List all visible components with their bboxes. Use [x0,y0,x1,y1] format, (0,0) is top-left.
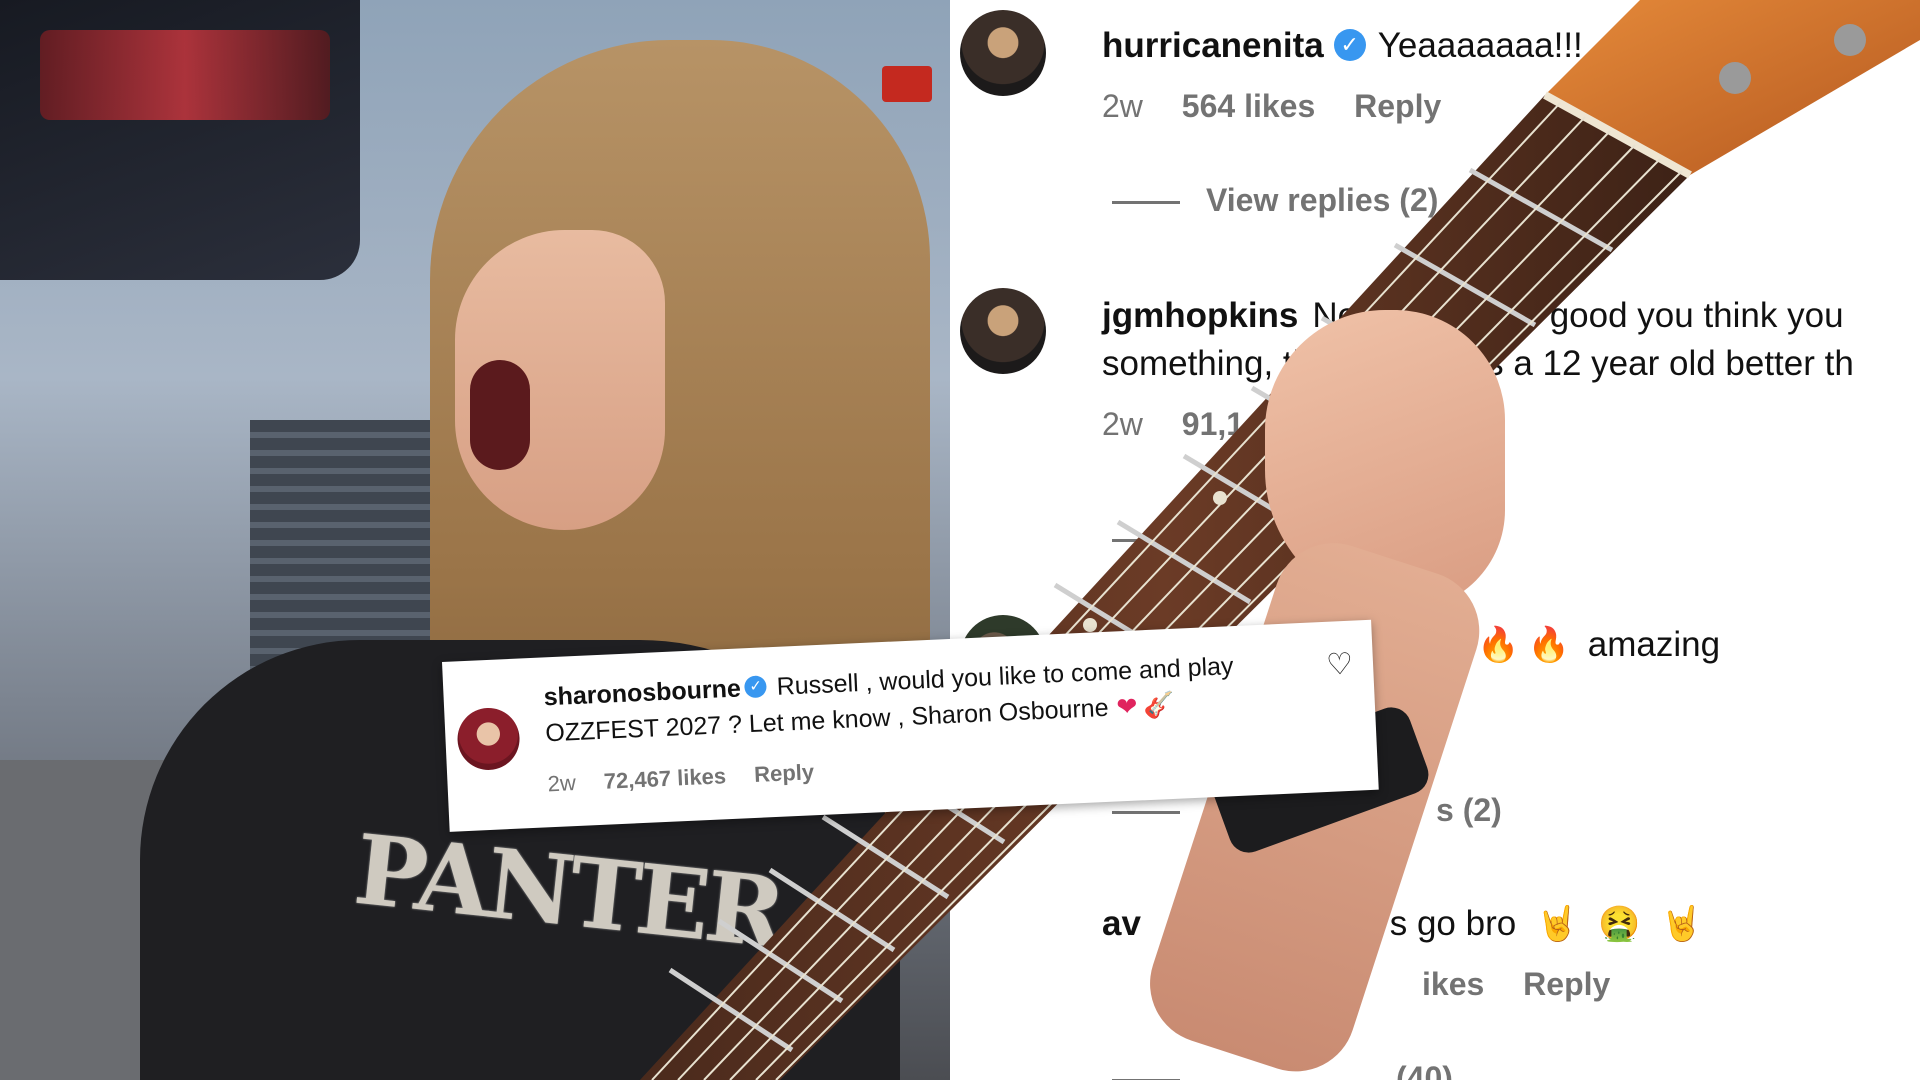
view-replies-label: View replies (2) [1206,182,1439,218]
comment-time: 2w [547,770,577,797]
store-sign [0,0,360,280]
reply-button[interactable]: Reply [1354,88,1441,124]
reply-button[interactable]: Reply [754,759,815,787]
reply-button[interactable]: Reply [1523,966,1610,1002]
rock-on-hand-emoji-icon: 🤘 [1660,905,1703,943]
replies-dash [1112,811,1180,815]
avatar[interactable] [960,288,1046,374]
verified-badge-icon: ✓ [744,675,768,699]
fire-emoji-icon: 🔥 [1527,626,1571,664]
view-replies-label: (40) [1396,1060,1453,1080]
open-mouth [470,360,530,470]
comment-username[interactable]: hurricanenita [1102,26,1324,65]
comment-text: Yeaaaaaaa!!! [1377,26,1583,65]
heart-outline-icon[interactable]: ♡ [1325,647,1353,683]
comment-text-line2: something, there's always a 12 year old … [1102,344,1854,383]
comment-likes[interactable]: 91,1 [1182,406,1244,442]
comment-time: 2w [1102,88,1143,124]
comment-username[interactable]: jgmhopkins [1102,296,1298,335]
replies-dash [1112,201,1180,205]
comment-text: amazing [1587,625,1721,664]
red-heart-emoji-icon: ❤ [1115,692,1139,722]
replies-dash [1112,539,1180,543]
video-frame: PANTER [0,0,950,1080]
fire-emoji-icon: 🔥 [1477,626,1520,664]
view-replies-link[interactable]: View replies (2) [1112,182,1438,219]
guitar-emoji-icon: 🎸 [1142,690,1176,721]
verified-badge-icon: ✓ [1333,28,1366,61]
comment-likes[interactable]: 72,467 likes [603,763,726,794]
shirt-print: PANTER [349,812,787,970]
comment-username[interactable]: av [1102,904,1141,943]
rock-on-hand-emoji-icon: 🤘 [1535,905,1579,943]
view-replies-link[interactable] [1112,520,1206,557]
sick-face-emoji-icon: 🤮 [1598,905,1641,943]
comment-likes[interactable]: ikes [1422,966,1484,1002]
comment-likes[interactable]: 564 likes [1182,88,1315,124]
sign-lettering [40,30,330,120]
comment-time: 2w [1102,406,1143,442]
comment-username[interactable]: sharonosbourne [543,674,741,711]
avatar[interactable] [960,10,1046,96]
view-replies-label: s (2) [1436,792,1502,828]
avatar[interactable] [456,706,521,772]
exit-sign [882,66,932,102]
